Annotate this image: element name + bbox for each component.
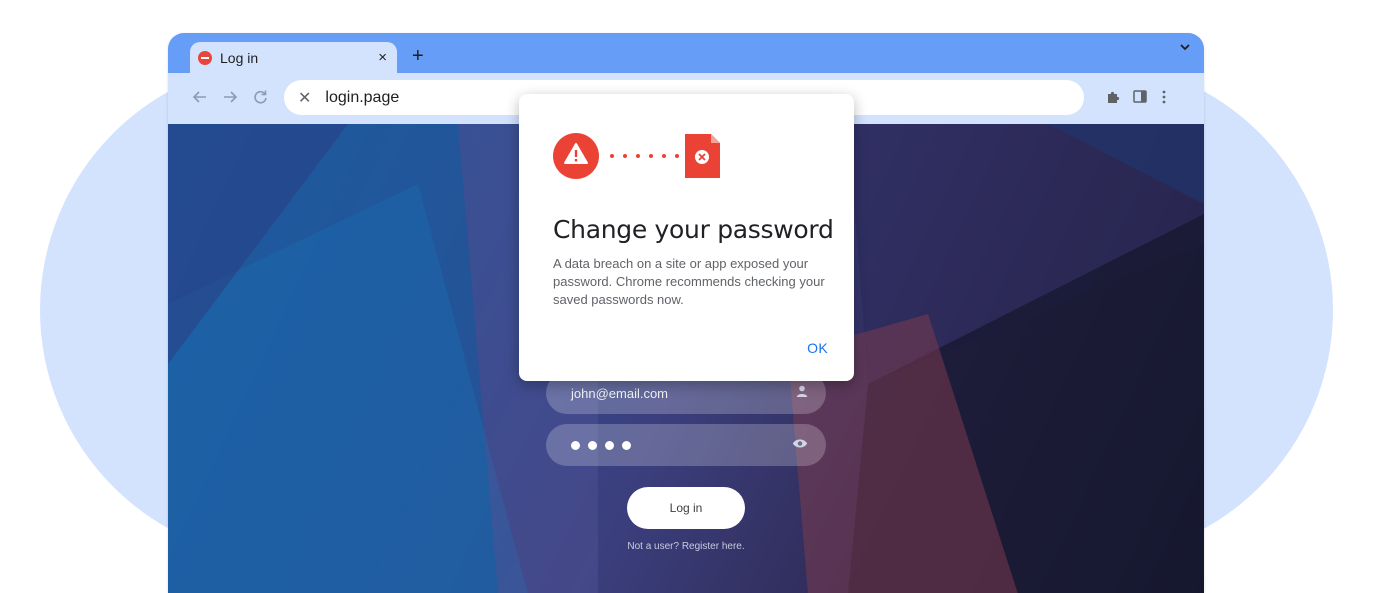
password-mask [571,440,792,450]
change-password-dialog: Change your password A data breach on a … [519,94,854,381]
tab-strip: Log in × + [168,33,1204,73]
tab-title: Log in [220,49,259,66]
warning-triangle-icon [553,133,599,179]
tab-search-chevron-icon[interactable] [1180,43,1190,53]
new-tab-button[interactable]: + [412,45,424,68]
side-panel-icon[interactable] [1133,90,1147,108]
breach-illustration [553,133,720,179]
email-value: john@email.com [571,385,669,401]
reload-icon[interactable] [253,89,268,110]
broken-file-icon [685,134,720,178]
ok-button[interactable]: OK [807,340,828,356]
tab-log-in[interactable]: Log in × [190,42,397,73]
log-in-button[interactable]: Log in [627,487,745,529]
back-arrow-icon[interactable] [192,89,208,110]
stop-loading-button[interactable]: ✕ [298,88,311,108]
url-text: login.page [325,88,400,106]
register-link[interactable]: Not a user? Register here. [546,541,826,552]
show-password-eye-icon[interactable] [792,436,808,454]
blocked-favicon-icon [198,50,212,65]
more-menu-icon[interactable] [1162,90,1166,109]
tab-close-button[interactable]: × [378,49,387,66]
password-field[interactable] [546,424,826,466]
extensions-icon[interactable] [1106,90,1120,109]
dialog-title: Change your password [553,215,834,244]
dialog-body: A data breach on a site or app exposed y… [553,256,825,307]
dotted-connector [610,154,679,158]
forward-arrow-icon[interactable] [222,89,238,110]
person-icon [796,384,808,402]
